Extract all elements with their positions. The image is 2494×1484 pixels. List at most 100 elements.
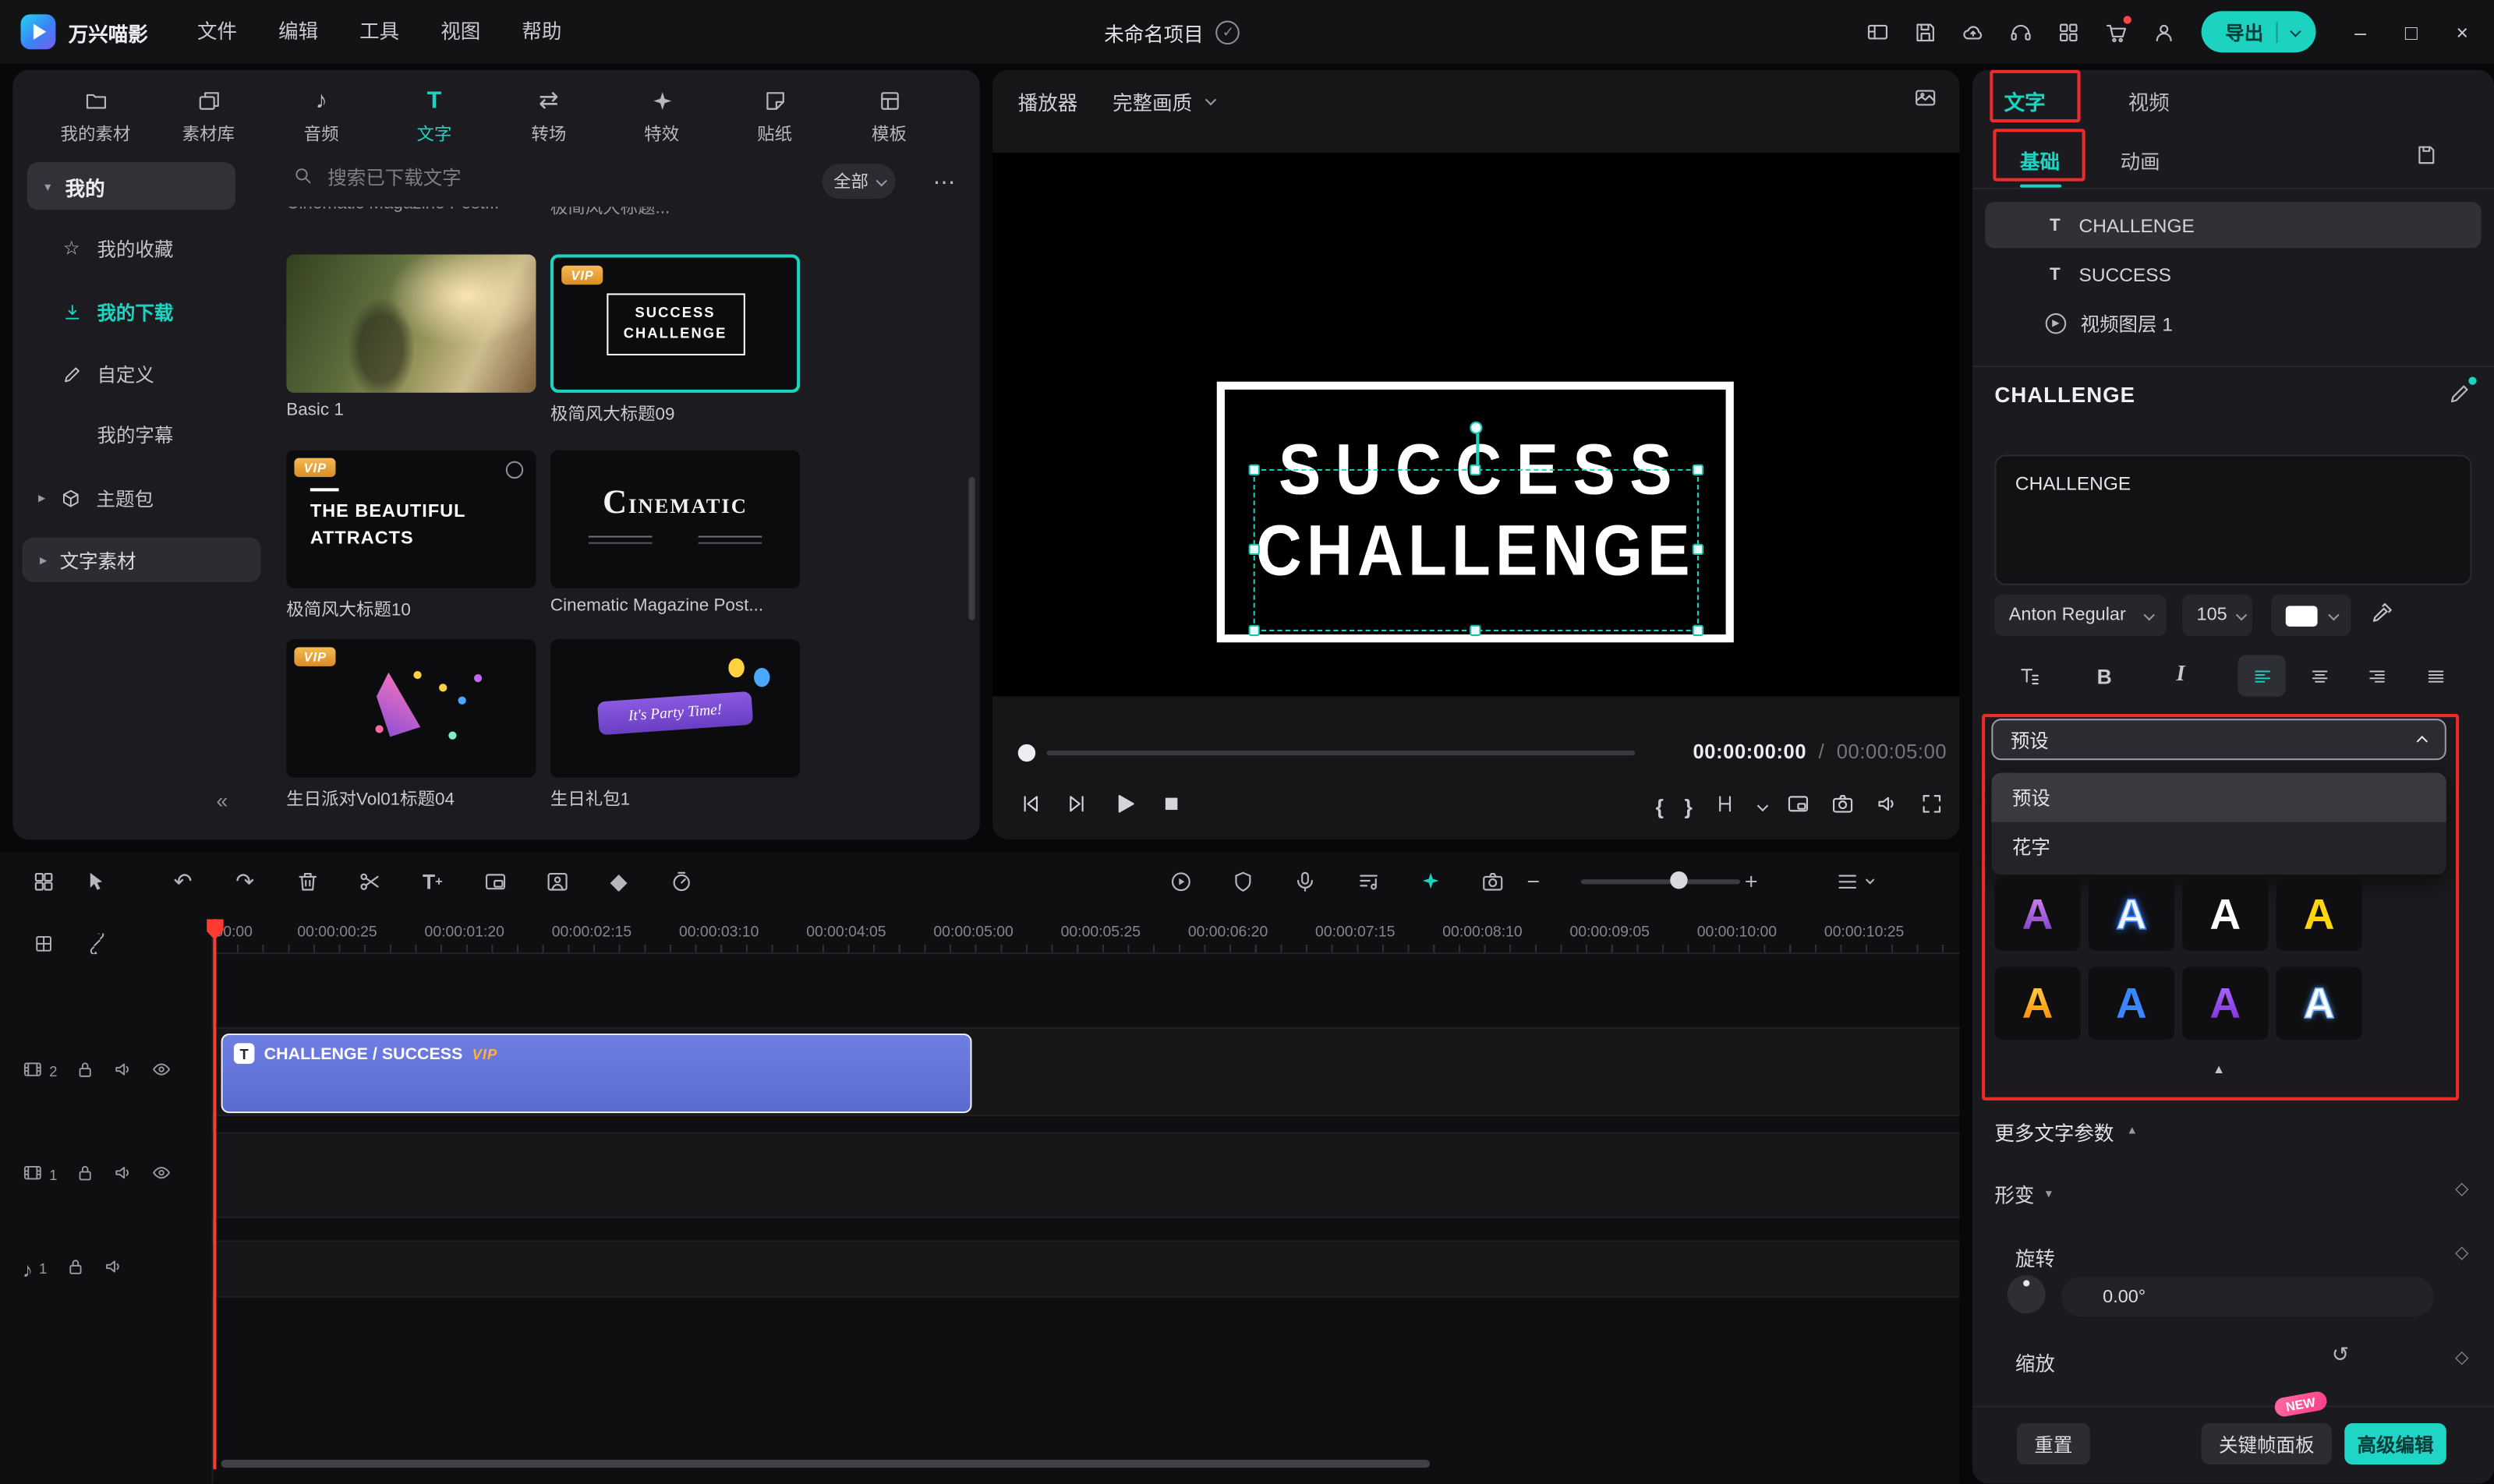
close-button[interactable]: × [2437,0,2488,64]
compare-view-button[interactable] [1913,86,1937,115]
cloud-sync-button[interactable] [1950,8,1997,55]
text-preset-swatch[interactable]: A [2089,878,2174,951]
chroma-key-button[interactable] [535,860,579,902]
mark-out-button[interactable]: } [1684,794,1692,818]
tab-transitions[interactable]: ⇄ 转场 [498,80,600,153]
layer-item-challenge[interactable]: T CHALLENGE [1985,202,2482,248]
mute-icon[interactable] [103,1256,124,1282]
subtab-basic[interactable]: 基础 [2020,145,2060,175]
subtab-animation[interactable]: 动画 [2121,145,2160,175]
sidebar-item-text-assets[interactable]: ▸ 文字素材 [23,538,261,582]
snap-toggle-button[interactable] [73,922,118,963]
maximize-button[interactable]: □ [2386,0,2436,64]
split-button[interactable] [347,860,391,902]
layout-button[interactable] [1855,8,1902,55]
video-track-1[interactable] [211,1132,1959,1218]
more-text-params-toggle[interactable]: 更多文字参数▲ [1994,1116,2138,1147]
speed-button[interactable] [659,860,703,902]
hide-track-icon[interactable] [151,1162,172,1188]
italic-button[interactable]: I [2157,655,2205,697]
tab-stock-media[interactable]: 素材库 [157,80,260,153]
collapse-panel-button[interactable]: « [216,789,228,813]
sidebar-item-custom[interactable]: 自定义 [61,353,154,394]
mute-icon[interactable] [113,1162,134,1188]
keyframe-button[interactable]: ◆ [596,860,641,902]
lock-icon[interactable] [75,1059,96,1085]
mark-in-button[interactable]: { [1656,794,1664,818]
preset-option-art-text[interactable]: 花字 [1991,822,2446,871]
undo-button[interactable]: ↶ [161,860,205,902]
hide-track-icon[interactable] [151,1059,172,1085]
resize-handle[interactable] [1693,625,1703,636]
preset-option-preset[interactable]: 预设 [1991,773,2446,822]
layer-item-success[interactable]: T SUCCESS [1985,251,2482,297]
fullscreen-button[interactable] [1920,792,1944,821]
sidebar-item-downloads[interactable]: 我的下载 [61,291,174,332]
resize-handle[interactable] [1249,625,1260,636]
tab-audio[interactable]: ♪ 音频 [271,80,373,153]
play-button[interactable] [1113,792,1137,821]
seek-bar[interactable] [1046,751,1635,755]
support-button[interactable] [1997,8,2045,55]
media-item-thumbnail[interactable]: VIP [286,639,536,777]
align-justify-button[interactable] [2411,655,2459,697]
keyframe-diamond-icon[interactable]: ◇ [2455,1347,2468,1368]
volume-button[interactable] [1875,792,1899,821]
timeline-ruler[interactable]: 00:00 00:00:00:25 00:00:01:20 00:00:02:1… [211,919,1959,954]
media-item-thumbnail[interactable]: CINEMATIC [550,450,800,588]
more-options-button[interactable]: ⋯ [925,164,964,199]
keyframe-diamond-icon[interactable]: ◇ [2455,1178,2468,1200]
rotation-value-input[interactable]: 0.00° [2061,1277,2433,1316]
reset-scale-icon[interactable]: ↺ [2332,1342,2349,1368]
media-item-thumbnail[interactable] [286,254,536,392]
font-family-dropdown[interactable]: Anton Regular [1994,595,2166,636]
keyframe-panel-button[interactable]: 关键帧面板 [2202,1423,2332,1465]
menu-file[interactable]: 文件 [176,0,257,64]
tab-templates[interactable]: 模板 [838,80,940,153]
sidebar-item-theme-packs[interactable]: ▸ 主题包 [38,477,154,518]
zoom-out-button[interactable]: − [1511,860,1555,902]
resize-handle[interactable] [1249,465,1260,475]
redo-button[interactable]: ↷ [223,860,267,902]
resize-handle[interactable] [1470,465,1480,475]
video-preview[interactable]: SUCCESS CHALLENGE [992,153,1959,697]
seek-handle[interactable] [1018,744,1035,761]
cart-button[interactable] [2093,8,2141,55]
tab-my-media[interactable]: 我的素材 [44,80,147,153]
layer-item-video[interactable]: ▶ 视频图层 1 [1985,301,2482,347]
sidebar-item-favorites[interactable]: ☆ 我的收藏 [61,228,174,269]
align-left-button[interactable] [2238,655,2286,697]
advanced-edit-button[interactable]: 高级编辑 [2344,1423,2446,1465]
manage-tracks-button[interactable] [21,922,65,963]
tab-effects[interactable]: 特效 [610,80,713,153]
ai-edit-icon[interactable] [2448,382,2472,411]
marker-button[interactable] [1220,860,1265,902]
voiceover-button[interactable] [1282,860,1326,902]
text-preset-swatch[interactable]: A [2276,878,2362,951]
mute-icon[interactable] [113,1059,134,1085]
selection-bounding-box[interactable] [1254,469,1699,631]
tab-stickers[interactable]: 贴纸 [723,80,826,153]
scroll-up-button[interactable]: ▲ [1991,1056,2446,1082]
timeline-scrollbar[interactable] [221,1460,1431,1468]
menu-view[interactable]: 视图 [420,0,501,64]
tab-text-properties[interactable]: 文字 [2004,86,2046,116]
export-button[interactable]: 导出 [2202,11,2316,52]
text-preset-swatch[interactable]: A [2182,878,2268,951]
tab-video-properties[interactable]: 视频 [2128,86,2170,116]
text-preset-swatch[interactable]: A [2182,966,2268,1040]
resize-handle[interactable] [1470,625,1480,636]
stop-button[interactable] [1161,793,1182,819]
lock-icon[interactable] [65,1256,86,1282]
save-preset-button[interactable] [2414,143,2439,172]
rotation-knob[interactable] [2008,1275,2046,1313]
menu-tools[interactable]: 工具 [339,0,420,64]
audio-to-text-button[interactable] [1346,860,1390,902]
minimize-button[interactable]: – [2335,0,2386,64]
text-preset-swatch[interactable]: A [2089,966,2174,1040]
menu-edit[interactable]: 编辑 [258,0,339,64]
text-preset-swatch[interactable]: A [1994,878,2080,951]
sidebar-item-mine[interactable]: ▾ 我的 [27,162,235,210]
zoom-slider-handle[interactable] [1670,871,1687,889]
select-tool-button[interactable] [73,860,118,902]
